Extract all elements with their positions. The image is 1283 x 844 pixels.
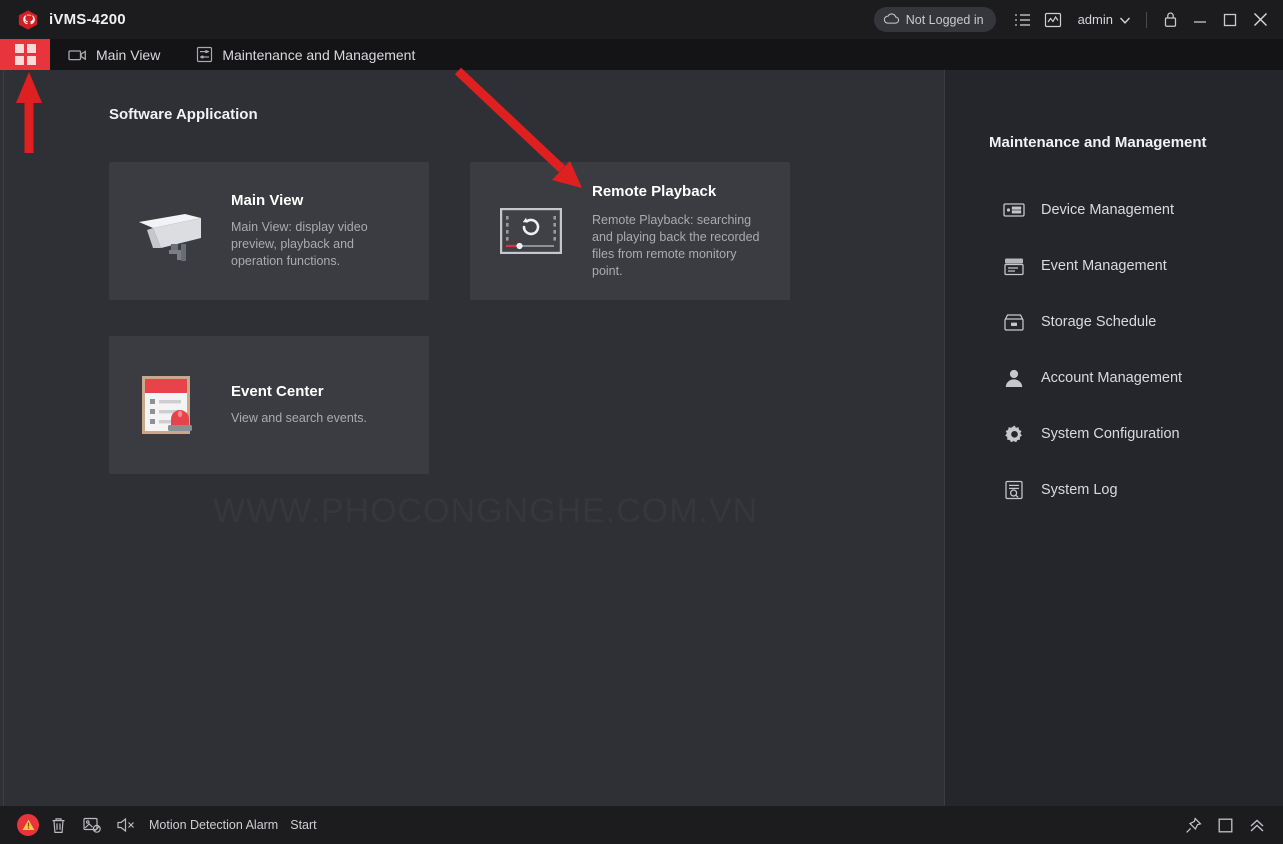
- event-stack-icon: [1003, 255, 1025, 277]
- app-card-main-view[interactable]: Main View Main View: display video previ…: [109, 162, 429, 300]
- titlebar-controls: Not Logged in admin: [873, 0, 1283, 39]
- chevrons-up-icon[interactable]: [1241, 810, 1273, 840]
- panel-item-account-management[interactable]: Account Management: [1003, 350, 1273, 406]
- camera-video-icon: [68, 48, 87, 62]
- card-body: Remote Playback Remote Playback: searchi…: [592, 183, 776, 280]
- login-status-label: Not Logged in: [905, 12, 984, 27]
- panel-item-label: Storage Schedule: [1041, 314, 1157, 330]
- minimize-icon[interactable]: [1185, 3, 1215, 37]
- card-description: View and search events.: [231, 411, 367, 425]
- panel-list: Device Management Event Management Stora…: [1003, 182, 1273, 518]
- alarm-text: Motion Detection Alarm: [149, 818, 279, 832]
- panel-title: Maintenance and Management: [989, 134, 1207, 151]
- card-body: Main View Main View: display video previ…: [231, 192, 415, 270]
- tab-label: Maintenance and Management: [222, 46, 416, 63]
- app-card-event-center[interactable]: Event Center View and search events.: [109, 336, 429, 474]
- hikvision-logo-icon: [16, 8, 40, 32]
- panel-item-label: Device Management: [1041, 202, 1174, 218]
- storage-icon: [1003, 311, 1025, 333]
- cctv-camera-icon: [109, 162, 231, 300]
- grid-glyph: [14, 44, 36, 65]
- card-title: Main View: [231, 192, 304, 209]
- speaker-mute-icon[interactable]: [111, 810, 141, 840]
- ivms-4200-window: iVMS-4200 Not Logged in admin Main View …: [0, 0, 1283, 844]
- panel-item-label: Event Management: [1041, 258, 1167, 274]
- lock-icon[interactable]: [1155, 3, 1185, 37]
- card-body: Event Center View and search events.: [231, 383, 381, 427]
- panel-item-label: System Log: [1041, 482, 1118, 498]
- panel-icon[interactable]: [1209, 810, 1241, 840]
- panel-item-event-management[interactable]: Event Management: [1003, 238, 1273, 294]
- panel-item-system-log[interactable]: System Log: [1003, 462, 1273, 518]
- login-status-button[interactable]: Not Logged in: [873, 7, 996, 32]
- cloud-icon: [883, 12, 900, 28]
- tab-maintenance-and-management[interactable]: Maintenance and Management: [178, 39, 433, 70]
- user-menu-button[interactable]: admin: [1068, 5, 1138, 35]
- tab-label: Main View: [96, 46, 161, 63]
- list-icon[interactable]: [1008, 5, 1038, 35]
- watermark: WWW.PHOCONGNGHE.COM.VN: [213, 492, 759, 530]
- alarm-action[interactable]: Start: [290, 818, 316, 832]
- title-bar: iVMS-4200 Not Logged in admin: [0, 0, 1283, 39]
- user-account-icon: [1003, 367, 1025, 389]
- titlebar-divider: [1146, 11, 1147, 28]
- main-content: Software Application Main View Main View…: [4, 70, 944, 806]
- pin-icon[interactable]: [1177, 810, 1209, 840]
- maintenance-panel: Maintenance and Management Device Manage…: [945, 70, 1283, 806]
- app-card-remote-playback[interactable]: Remote Playback Remote Playback: searchi…: [470, 162, 790, 300]
- chevron-down-icon: [1119, 12, 1131, 27]
- alarm-warning-icon[interactable]: [17, 814, 39, 836]
- panel-item-label: System Configuration: [1041, 426, 1180, 442]
- panel-item-device-management[interactable]: Device Management: [1003, 182, 1273, 238]
- chart-icon[interactable]: [1038, 5, 1068, 35]
- maintenance-icon: [196, 46, 213, 63]
- app-title: iVMS-4200: [49, 11, 126, 28]
- panel-item-system-configuration[interactable]: System Configuration: [1003, 406, 1273, 462]
- grid-apps-icon[interactable]: [0, 39, 50, 70]
- device-icon: [1003, 199, 1025, 221]
- card-title: Event Center: [231, 383, 324, 400]
- panel-item-storage-schedule[interactable]: Storage Schedule: [1003, 294, 1273, 350]
- event-clipboard-icon: [109, 336, 231, 474]
- tab-main-view[interactable]: Main View: [50, 39, 178, 70]
- playback-screen-icon: [470, 162, 592, 300]
- card-description: Remote Playback: searching and playing b…: [592, 212, 760, 278]
- card-description: Main View: display video preview, playba…: [231, 220, 368, 268]
- trash-icon[interactable]: [43, 810, 73, 840]
- statusbar-controls: [1177, 810, 1283, 840]
- status-bar: Motion Detection Alarm Start: [0, 806, 1283, 844]
- card-title: Remote Playback: [592, 182, 717, 200]
- page-title: Software Application: [109, 106, 258, 123]
- close-icon[interactable]: [1245, 3, 1275, 37]
- picture-disabled-icon[interactable]: [77, 810, 107, 840]
- panel-item-label: Account Management: [1041, 370, 1183, 386]
- gear-icon: [1003, 423, 1025, 445]
- tab-bar: Main View Maintenance and Management: [0, 39, 1283, 70]
- maximize-icon[interactable]: [1215, 3, 1245, 37]
- user-name-label: admin: [1077, 12, 1113, 27]
- log-search-icon: [1003, 479, 1025, 501]
